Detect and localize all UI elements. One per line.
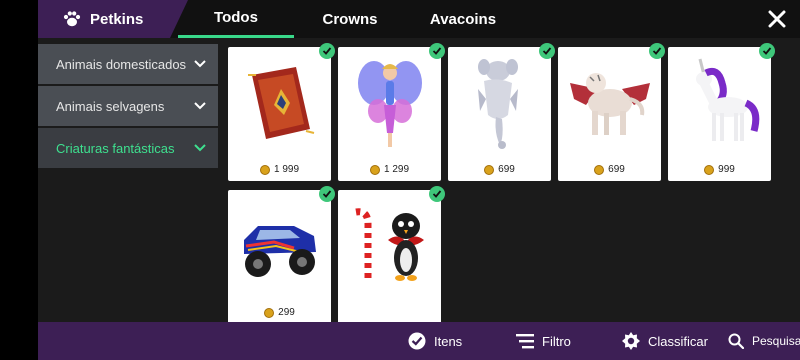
filter-icon (516, 334, 534, 349)
brand-tab[interactable]: Petkins (38, 0, 188, 38)
item-card-ghost-dragon[interactable]: 699 (448, 43, 555, 181)
tab-crowns[interactable]: Crowns (294, 0, 406, 38)
monster-truck-image (244, 226, 316, 277)
item-price: 1 299 (338, 164, 441, 175)
owned-check-icon (649, 43, 665, 59)
winged-tiger-image (570, 73, 650, 135)
sidebar-item-label: Animais domesticados (56, 56, 187, 72)
brand-label: Petkins (90, 10, 144, 28)
category-sidebar: Animais domesticados Animais selvagens C… (38, 44, 218, 170)
sort-badge-icon (622, 332, 640, 350)
item-price: 1 999 (228, 164, 331, 175)
bottom-toolbar: Itens Filtro Classificar Pesquisa (38, 322, 800, 360)
filter-button[interactable]: Filtro (516, 322, 571, 360)
tab-avacoins[interactable]: Avacoins (406, 0, 520, 38)
owned-check-icon (759, 43, 775, 59)
search-label: Pesquisa (752, 334, 800, 348)
fairy-image (358, 61, 422, 147)
sidebar-item-label: Animais selvagens (56, 98, 165, 114)
avacoin-icon (264, 307, 275, 318)
item-price: 699 (558, 164, 661, 175)
sidebar-item-label: Criaturas fantásticas (56, 140, 175, 156)
ghost-dragon-image (478, 59, 518, 149)
filter-label: Filtro (542, 333, 571, 349)
price-value: 999 (718, 164, 735, 175)
item-card-flying-carpet[interactable]: 1 999 (228, 43, 335, 181)
close-icon (768, 10, 786, 28)
avacoin-icon (259, 164, 270, 175)
item-price: 299 (228, 307, 331, 318)
owned-check-icon (319, 186, 335, 202)
flying-carpet-image (248, 67, 315, 139)
sort-label: Classificar (648, 333, 708, 349)
price-value: 699 (498, 164, 515, 175)
owned-check-icon (429, 43, 445, 59)
avacoin-icon (484, 164, 495, 175)
owned-check-icon (319, 43, 335, 59)
item-price: 699 (448, 164, 551, 175)
owned-check-icon (539, 43, 555, 59)
chevron-down-icon (194, 102, 206, 110)
avacoin-icon (704, 164, 715, 175)
sidebar-item-animais-domesticados[interactable]: Animais domesticados (38, 44, 218, 84)
tab-todos[interactable]: Todos (178, 0, 294, 38)
check-circle-icon (408, 332, 426, 350)
price-value: 299 (278, 307, 295, 318)
owned-check-icon (429, 186, 445, 202)
penguin-candy-cane-image (355, 208, 424, 281)
sidebar-item-criaturas-fantasticas[interactable]: Criaturas fantásticas (38, 128, 218, 168)
paw-icon (63, 11, 81, 27)
item-card-fairy[interactable]: 1 299 (338, 43, 445, 181)
sort-button[interactable]: Classificar (622, 322, 708, 360)
item-price: 999 (668, 164, 771, 175)
search-icon (728, 333, 744, 349)
sidebar-item-animais-selvagens[interactable]: Animais selvagens (38, 86, 218, 126)
close-button[interactable] (764, 6, 790, 32)
item-card-penguin-candy-cane[interactable] (338, 186, 445, 324)
item-card-monster-truck[interactable]: 299 (228, 186, 335, 324)
search-button[interactable]: Pesquisa (728, 322, 800, 360)
chevron-down-icon (194, 60, 206, 68)
unicorn-image (696, 58, 760, 141)
price-value: 699 (608, 164, 625, 175)
shop-window: Petkins Todos Crowns Avacoins Animais do… (38, 0, 800, 360)
avacoin-icon (369, 164, 380, 175)
items-button[interactable]: Itens (408, 322, 462, 360)
chevron-down-icon (194, 144, 206, 152)
item-card-winged-tiger[interactable]: 699 (558, 43, 665, 181)
items-label: Itens (434, 333, 463, 349)
price-value: 1 299 (383, 164, 410, 175)
tab-bar: Todos Crowns Avacoins (178, 0, 520, 38)
top-bar: Petkins Todos Crowns Avacoins (38, 0, 800, 38)
item-card-unicorn[interactable]: 999 (668, 43, 775, 181)
price-value: 1 999 (273, 164, 300, 175)
avacoin-icon (594, 164, 605, 175)
